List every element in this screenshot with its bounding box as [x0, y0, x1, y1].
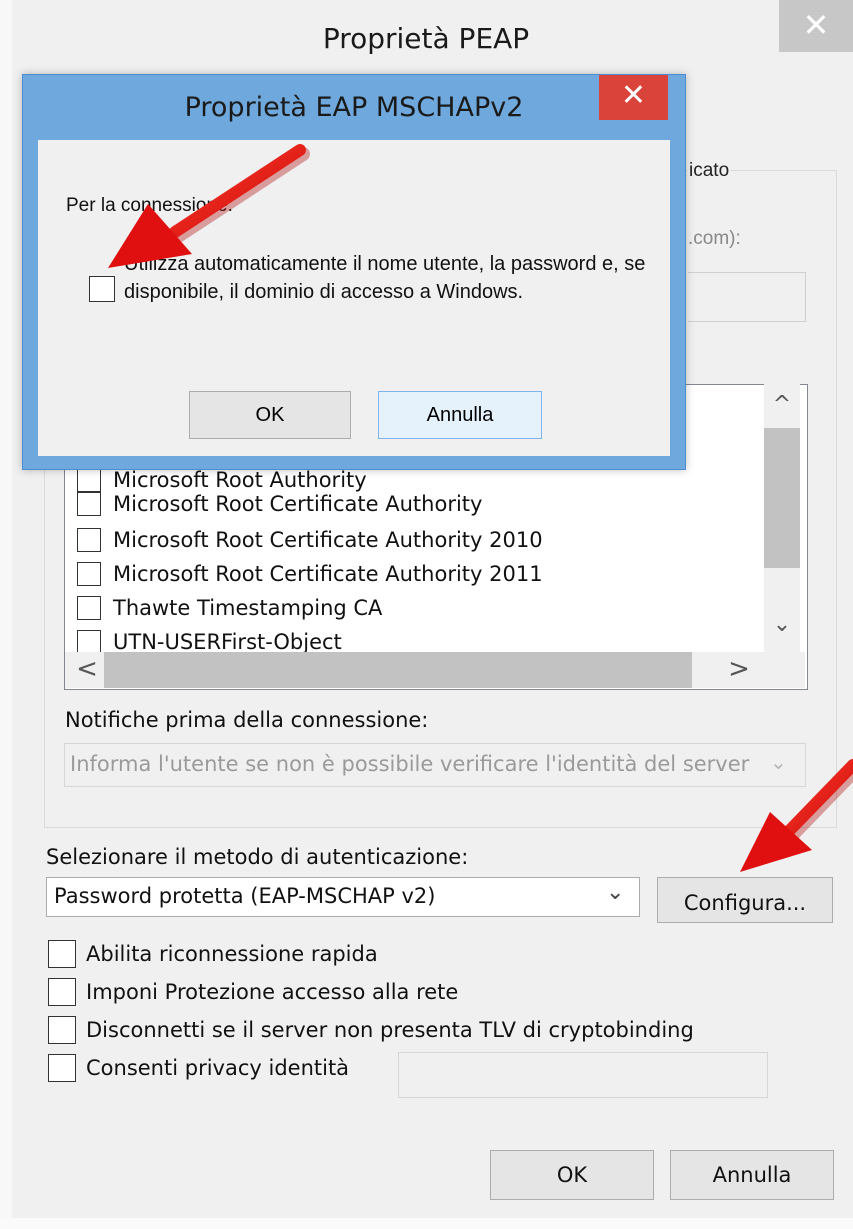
arrow-to-configure-icon: [740, 759, 853, 872]
arrow-to-checkbox-icon: [108, 144, 310, 268]
annotation-arrows: [108, 144, 853, 872]
